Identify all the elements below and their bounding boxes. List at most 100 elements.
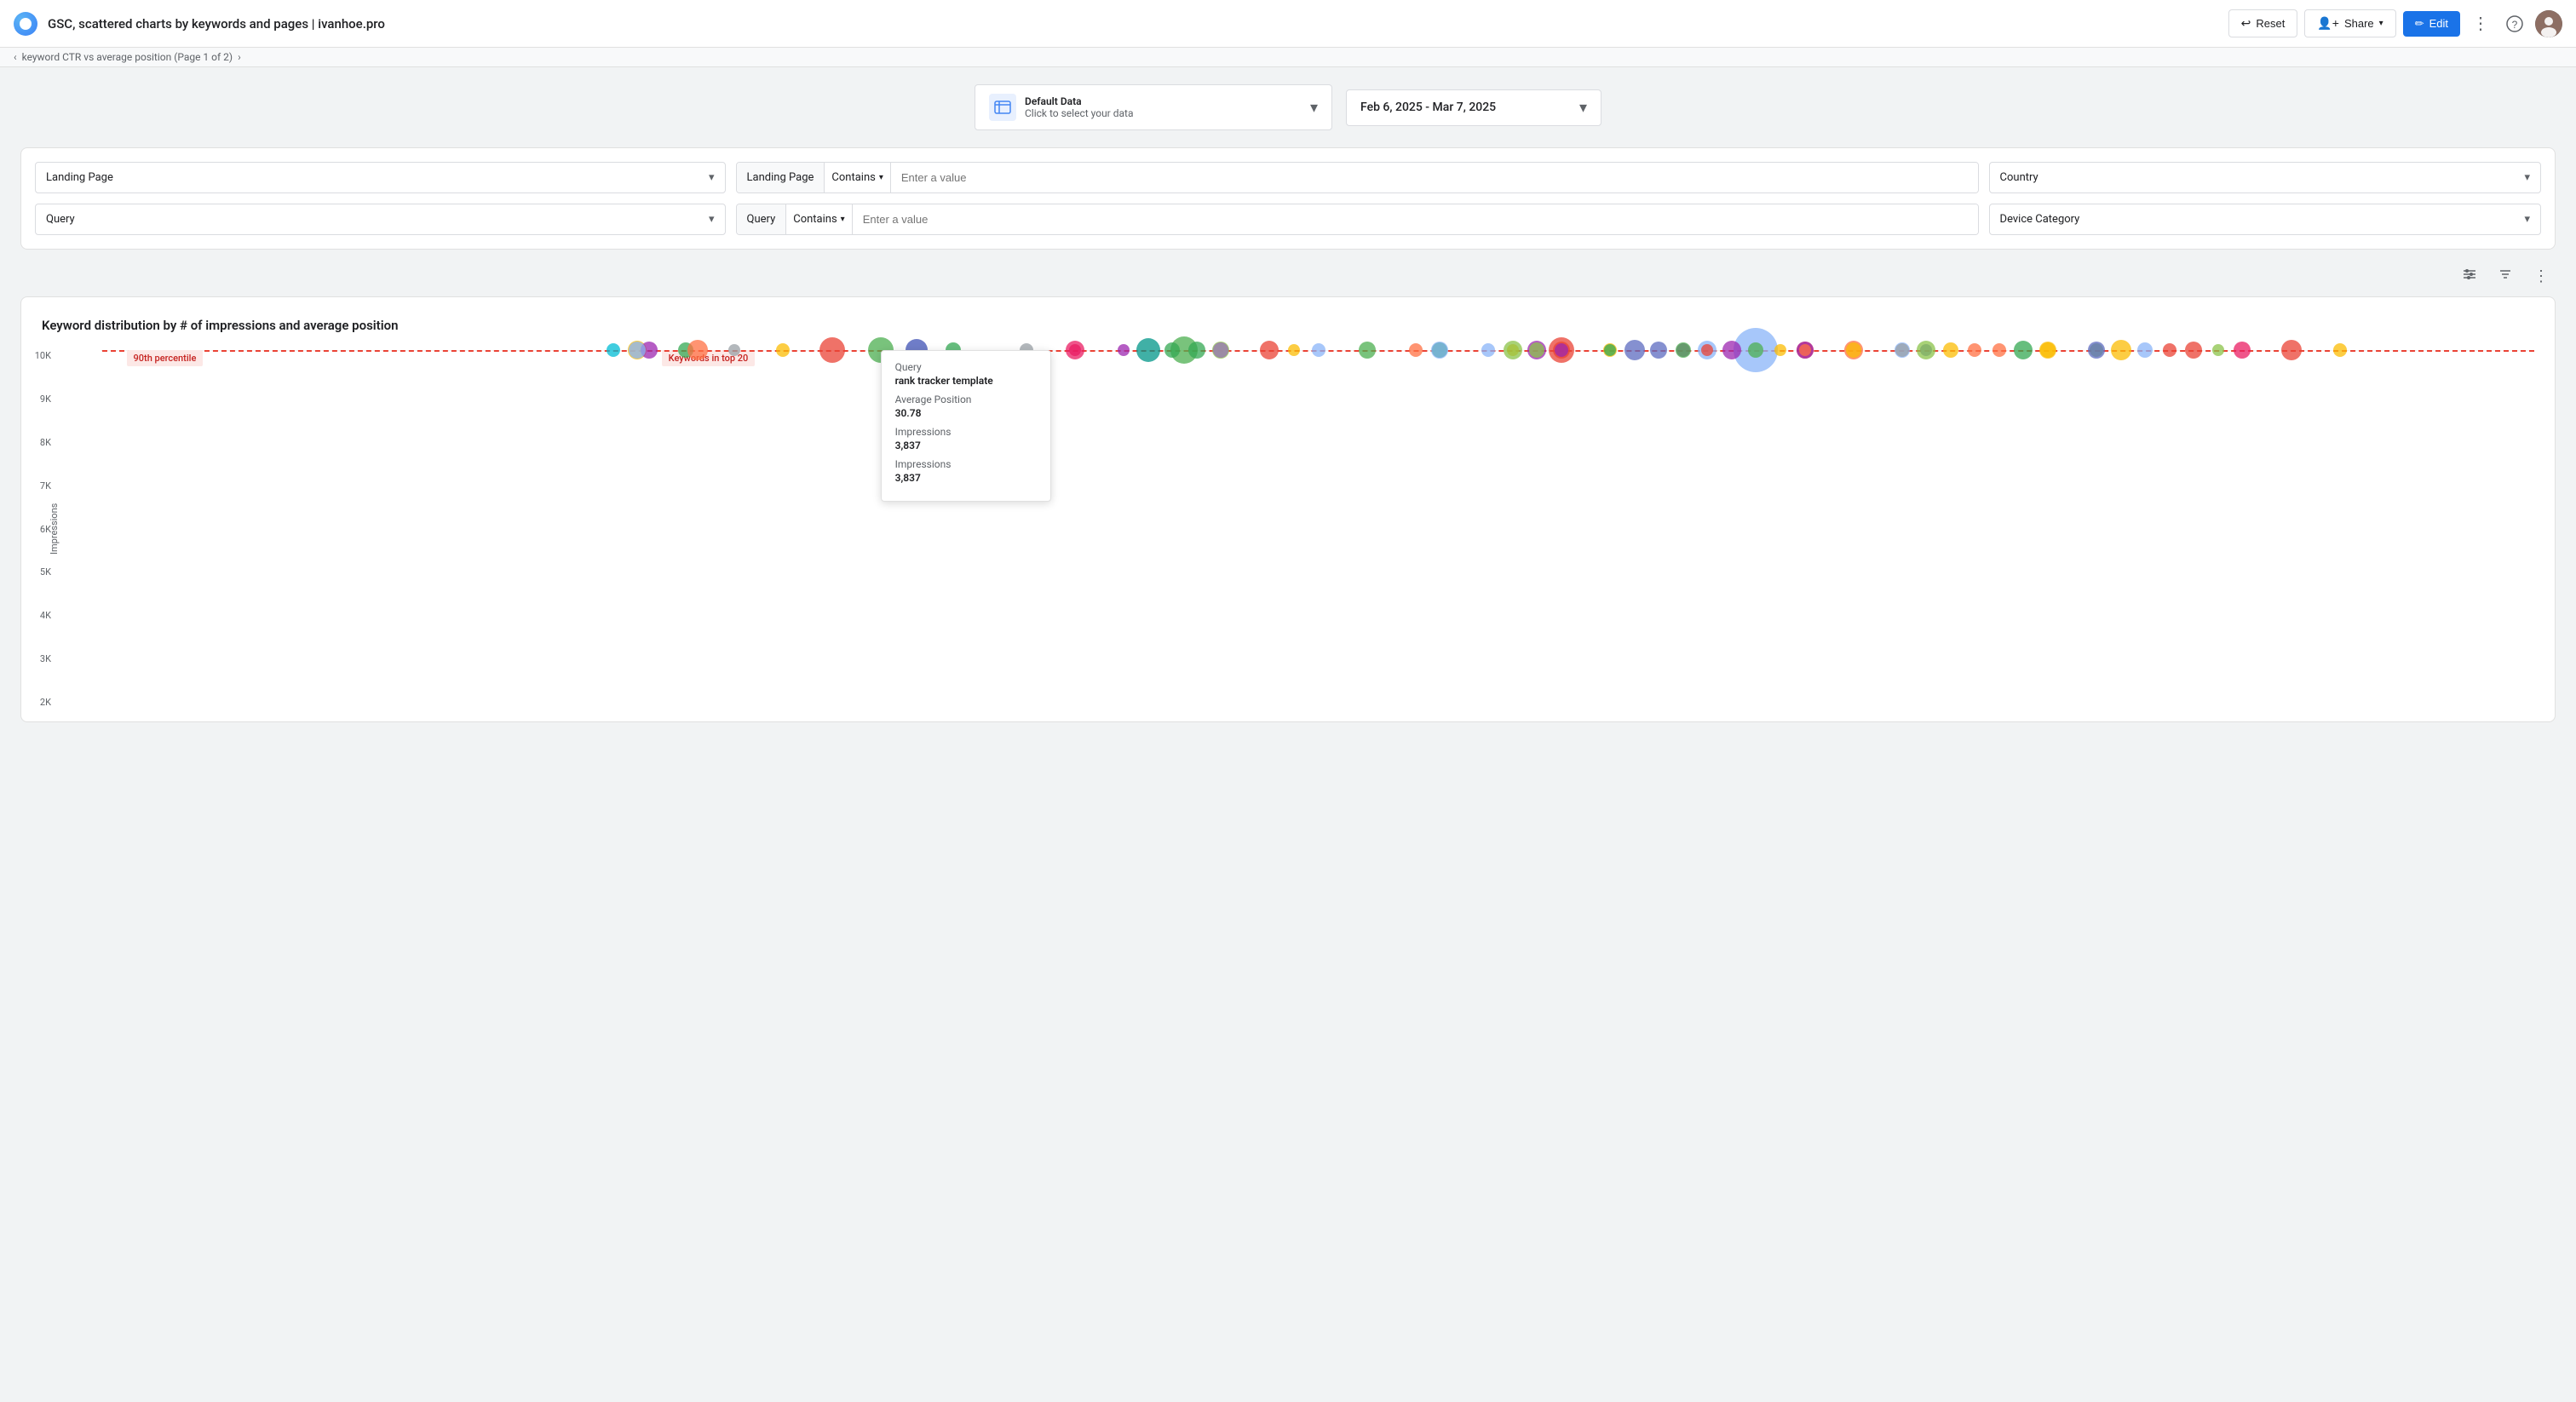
- filter-value-row1[interactable]: [891, 163, 1978, 192]
- scatter-dot[interactable]: [2281, 340, 2302, 360]
- filter-op-chevron-icon: ▾: [879, 173, 883, 182]
- dimension1-dropdown[interactable]: Landing Page ▾: [35, 162, 726, 193]
- breadcrumb-bar: ‹ keyword CTR vs average position (Page …: [0, 48, 2576, 67]
- scatter-dot[interactable]: [687, 340, 708, 360]
- query-dropdown[interactable]: Query ▾: [35, 204, 726, 235]
- query-chevron-icon: ▾: [709, 213, 715, 226]
- scatter-dot[interactable]: [2185, 342, 2202, 359]
- filter-op-row2[interactable]: Contains ▾: [786, 204, 852, 234]
- scatter-dot[interactable]: [1312, 343, 1325, 357]
- scatter-dot[interactable]: [1846, 342, 1861, 358]
- scatter-dot[interactable]: [2163, 343, 2176, 357]
- scatter-dot[interactable]: [1164, 342, 1180, 358]
- scatter-dot[interactable]: [2040, 342, 2056, 358]
- scatter-dot[interactable]: [607, 343, 620, 357]
- chart-tooltip: Query rank tracker template Average Posi…: [881, 350, 1051, 502]
- date-range-chevron-icon: ▾: [1579, 99, 1587, 117]
- reset-icon: ↩: [2241, 16, 2251, 31]
- scatter-dot[interactable]: [1917, 341, 1935, 359]
- chart-more-button[interactable]: ⋮: [2527, 264, 2556, 289]
- scatter-dot[interactable]: [2333, 343, 2347, 357]
- main-content: Default Data Click to select your data ▾…: [0, 67, 2576, 1401]
- scatter-dot[interactable]: [776, 343, 790, 357]
- scatter-dot[interactable]: [1409, 343, 1423, 357]
- scatter-dot[interactable]: [728, 344, 740, 356]
- ref-label-top20: Keywords in top 20: [662, 350, 756, 366]
- svg-text:?: ?: [2512, 19, 2518, 31]
- scatter-dot[interactable]: [1701, 344, 1713, 356]
- scatter-dot[interactable]: [1799, 344, 1811, 356]
- filter-compound-row2: Query Contains ▾: [736, 204, 1979, 235]
- share-button[interactable]: 👤+ Share ▾: [2304, 9, 2395, 37]
- filter-op-row1[interactable]: Contains ▾: [825, 163, 890, 192]
- filter-label-row2: Query: [737, 204, 787, 234]
- scatter-dot[interactable]: [1288, 344, 1300, 356]
- user-avatar[interactable]: [2535, 10, 2562, 37]
- scatter-dot[interactable]: [1529, 342, 1544, 358]
- scatter-dot[interactable]: [1260, 341, 1279, 359]
- scatter-dot[interactable]: [819, 337, 845, 363]
- scatter-dot[interactable]: [1481, 343, 1495, 357]
- filter-label-row1: Landing Page: [737, 163, 825, 192]
- device-category-dropdown[interactable]: Device Category ▾: [1989, 204, 2541, 235]
- scatter-dot[interactable]: [1431, 342, 1448, 359]
- data-source-row: Default Data Click to select your data ▾…: [20, 84, 2556, 130]
- date-range-value: Feb 6, 2025 - Mar 7, 2025: [1360, 101, 1496, 114]
- scatter-dot[interactable]: [629, 342, 646, 359]
- scatter-dot[interactable]: [1188, 342, 1205, 359]
- scatter-dot[interactable]: [1748, 342, 1763, 358]
- country-chevron-icon: ▾: [2524, 171, 2530, 184]
- ref-label-90th: 90th percentile: [127, 350, 204, 366]
- share-icon: 👤+: [2317, 16, 2339, 31]
- dimension1-chevron-icon: ▾: [709, 171, 715, 184]
- scatter-dot[interactable]: [1118, 344, 1130, 356]
- scatter-dot[interactable]: [1359, 342, 1376, 359]
- scatter-dot[interactable]: [1650, 342, 1667, 359]
- date-range-selector[interactable]: Feb 6, 2025 - Mar 7, 2025 ▾: [1346, 89, 1601, 126]
- scatter-dot[interactable]: [1136, 338, 1160, 362]
- data-source-selector[interactable]: Default Data Click to select your data ▾: [975, 84, 1332, 130]
- y-axis-ticks: 10K 9K 8K 7K 6K 5K 4K 3K 2K: [16, 350, 55, 708]
- chart-toolbar: ⋮: [20, 263, 2556, 290]
- breadcrumb-forward-arrow[interactable]: ›: [238, 51, 241, 63]
- topbar-actions: ↩ Reset 👤+ Share ▾ ✏ Edit ⋮ ?: [2228, 9, 2562, 37]
- breadcrumb-back-arrow[interactable]: ‹: [14, 51, 17, 63]
- help-button[interactable]: ?: [2501, 10, 2528, 37]
- scatter-dot[interactable]: [1504, 341, 1522, 359]
- app-logo: [14, 12, 37, 36]
- scatter-dot[interactable]: [1069, 344, 1081, 356]
- scatter-dot[interactable]: [2212, 344, 2224, 356]
- scatter-dot[interactable]: [2111, 340, 2131, 360]
- data-source-text: Default Data Click to select your data: [1025, 95, 1302, 119]
- scatter-dot[interactable]: [1676, 342, 1691, 358]
- scatter-dot[interactable]: [1555, 343, 1568, 357]
- scatter-dot[interactable]: [1943, 342, 1958, 358]
- scatter-dot[interactable]: [1968, 343, 1981, 357]
- chart-title: Keyword distribution by # of impressions…: [42, 318, 2534, 333]
- filter-value-row2[interactable]: [853, 204, 1978, 234]
- more-options-button[interactable]: ⋮: [2467, 10, 2494, 37]
- reset-button[interactable]: ↩ Reset: [2228, 9, 2298, 37]
- data-source-chevron-icon: ▾: [1310, 99, 1318, 117]
- country-dropdown[interactable]: Country ▾: [1989, 162, 2541, 193]
- scatter-dot[interactable]: [1624, 340, 1645, 360]
- scatter-dot[interactable]: [1774, 344, 1786, 356]
- edit-pencil-icon: ✏: [2415, 17, 2424, 31]
- chart-filter-button[interactable]: [2491, 263, 2520, 290]
- filter-compound-row1: Landing Page Contains ▾: [736, 162, 1979, 193]
- topbar: GSC, scattered charts by keywords and pa…: [0, 0, 2576, 48]
- scatter-dot[interactable]: [1604, 344, 1616, 356]
- scatter-dot[interactable]: [2014, 341, 2033, 359]
- scatter-dot[interactable]: [2234, 342, 2251, 359]
- chart-filter-settings-button[interactable]: [2455, 263, 2484, 290]
- scatter-dot[interactable]: [2137, 342, 2153, 358]
- scatter-dot[interactable]: [1213, 342, 1228, 358]
- scatter-dot[interactable]: [1895, 343, 1909, 357]
- filter-section: Landing Page ▾ Landing Page Contains ▾ C…: [20, 147, 2556, 250]
- chart-container: Impressions 10K 9K 8K 7K 6K 5K 4K 3K 2K: [42, 350, 2534, 708]
- edit-button[interactable]: ✏ Edit: [2403, 11, 2460, 37]
- breadcrumb-text: keyword CTR vs average position (Page 1 …: [22, 51, 233, 63]
- scatter-dot[interactable]: [2088, 342, 2105, 359]
- scatter-dot[interactable]: [1992, 343, 2006, 357]
- scatter-dot[interactable]: [1722, 341, 1741, 359]
